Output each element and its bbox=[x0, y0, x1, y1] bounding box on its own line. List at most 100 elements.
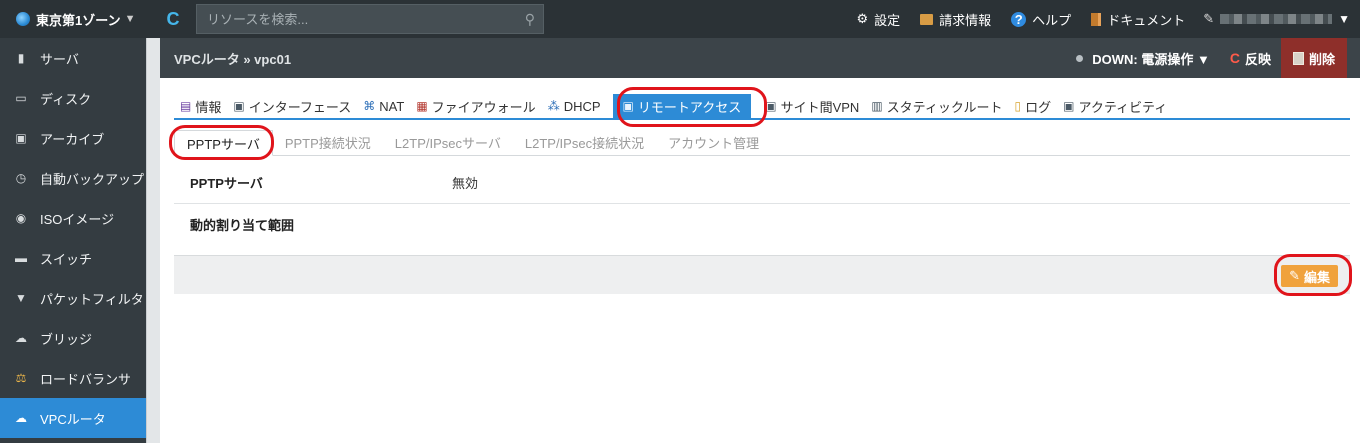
reflect-button[interactable]: C 反映 bbox=[1230, 49, 1271, 68]
breadcrumb: VPCルータ » vpc01 bbox=[174, 51, 292, 67]
tab-label: ログ bbox=[1025, 99, 1052, 115]
power-status-dropdown[interactable]: DOWN: 電源操作 ▼ bbox=[1076, 49, 1210, 68]
sidebar-scrollbar[interactable] bbox=[146, 38, 160, 443]
activity-icon: ▣ bbox=[1063, 99, 1075, 113]
sidebar-item-disk[interactable]: ▭ ディスク bbox=[0, 78, 146, 118]
sidebar-item-label: VPCルータ bbox=[40, 411, 106, 427]
chevron-down-icon: ▼ bbox=[124, 13, 136, 25]
delete-button[interactable]: 削除 bbox=[1280, 38, 1347, 78]
globe-icon bbox=[16, 12, 30, 26]
interface-icon: ▣ bbox=[233, 99, 245, 113]
sidebar-item-packet-filter[interactable]: ▼ パケットフィルタ bbox=[0, 278, 146, 318]
cd-icon: ◉ bbox=[15, 211, 27, 225]
sidebar-item-label: ISOイメージ bbox=[40, 211, 115, 227]
help-label: ヘルプ bbox=[1032, 12, 1072, 28]
log-icon: ▯ bbox=[1014, 99, 1022, 113]
zone-label: 東京第1ゾーン bbox=[36, 12, 121, 28]
sidebar-item-auto-backup[interactable]: ◷ 自動バックアップ bbox=[0, 158, 146, 198]
reload-icon: C bbox=[1229, 50, 1240, 66]
tab-firewall[interactable]: ▦ ファイアウォール bbox=[410, 94, 541, 118]
detail-label: 動的割り当て範囲 bbox=[190, 217, 295, 233]
tab-label: 情報 bbox=[195, 99, 222, 115]
subtab-pptp-status[interactable]: PPTP接続状況 bbox=[273, 129, 383, 155]
sidebar-item-label: ロードバランサ bbox=[40, 371, 132, 387]
zone-selector[interactable]: 東京第1ゾーン ▼ bbox=[0, 10, 158, 29]
sidebar-item-iso-image[interactable]: ◉ ISOイメージ bbox=[0, 198, 146, 238]
sidebar-item-label: パケットフィルタ bbox=[40, 291, 144, 307]
feather-icon: ✎ bbox=[1203, 11, 1215, 26]
clock-icon: ◷ bbox=[15, 171, 27, 185]
settings-label: 設定 bbox=[874, 12, 901, 28]
sidebar-item-label: スイッチ bbox=[40, 251, 93, 267]
top-right-links: ⚙ 設定 請求情報 ? ヘルプ ドキュメント ✎ ▼ bbox=[836, 0, 1360, 38]
tab-label: ファイアウォール bbox=[431, 99, 536, 115]
sidebar-item-vpc-router[interactable]: ☁ VPCルータ bbox=[0, 398, 146, 438]
subtab-l2tp-status[interactable]: L2TP/IPsec接続状況 bbox=[513, 129, 656, 155]
tab-log[interactable]: ▯ ログ bbox=[1009, 94, 1058, 118]
document-link[interactable]: ドキュメント bbox=[1091, 10, 1185, 29]
redacted-username bbox=[1220, 14, 1333, 24]
tab-label: インターフェース bbox=[248, 99, 352, 115]
delete-label: 削除 bbox=[1308, 51, 1335, 67]
dhcp-icon: ⁂ bbox=[547, 99, 560, 113]
tab-remote-access[interactable]: ▣ リモートアクセス bbox=[612, 94, 752, 118]
switch-icon: ▬ bbox=[15, 251, 27, 265]
subtab-l2tp-server[interactable]: L2TP/IPsecサーバ bbox=[383, 129, 513, 155]
edit-button[interactable]: ✎ 編集 bbox=[1281, 265, 1338, 287]
tab-dhcp[interactable]: ⁂ DHCP bbox=[542, 94, 607, 118]
tab-static-route[interactable]: ▥ スタティックルート bbox=[865, 94, 1008, 118]
tab-label: スタティックルート bbox=[886, 99, 1003, 115]
refresh-button[interactable]: C bbox=[158, 4, 188, 34]
tab-interface[interactable]: ▣ インターフェース bbox=[227, 94, 357, 118]
server-icon: ▮ bbox=[17, 51, 25, 65]
tab-info[interactable]: ▤ 情報 bbox=[174, 94, 227, 118]
refresh-icon: C bbox=[166, 8, 180, 29]
subtab-pptp-server[interactable]: PPTPサーバ bbox=[174, 130, 273, 156]
search-icon[interactable]: ⚲ bbox=[525, 11, 535, 28]
sidebar-item-switch[interactable]: ▬ スイッチ bbox=[0, 238, 146, 278]
remote-access-icon: ▣ bbox=[622, 99, 634, 113]
search-box: ⚲ bbox=[196, 4, 544, 34]
top-bar: 東京第1ゾーン ▼ C ⚲ ⚙ 設定 請求情報 ? ヘルプ ドキュメント ✎ ▼ bbox=[0, 0, 1360, 38]
sidebar-item-server[interactable]: ▮ サーバ bbox=[0, 38, 146, 78]
gear-icon: ⚙ bbox=[856, 11, 869, 26]
tab-label: NAT bbox=[379, 98, 405, 114]
sidebar-item-label: サーバ bbox=[40, 51, 79, 67]
subtab-account-management[interactable]: アカウント管理 bbox=[656, 129, 771, 155]
help-icon: ? bbox=[1011, 11, 1027, 27]
help-link[interactable]: ? ヘルプ bbox=[1011, 10, 1071, 29]
bridge-icon: ☁ bbox=[15, 331, 27, 345]
status-dot-icon bbox=[1076, 54, 1084, 62]
balance-icon: ⚖ bbox=[15, 371, 27, 385]
disk-icon: ▭ bbox=[15, 91, 27, 105]
vpn-icon: ▣ bbox=[765, 99, 777, 113]
sidebar-item-label: ディスク bbox=[40, 91, 92, 107]
billing-label: 請求情報 bbox=[939, 12, 992, 28]
settings-link[interactable]: ⚙ 設定 bbox=[856, 10, 900, 29]
firewall-icon: ▦ bbox=[416, 99, 428, 113]
sidebar-item-bridge[interactable]: ☁ ブリッジ bbox=[0, 318, 146, 358]
subtab-bar: PPTPサーバ PPTP接続状況 L2TP/IPsecサーバ L2TP/IPse… bbox=[174, 130, 1350, 156]
tab-label: DHCP bbox=[563, 98, 601, 114]
sidebar-item-archive[interactable]: ▣ アーカイブ bbox=[0, 118, 146, 158]
search-input[interactable] bbox=[197, 5, 543, 33]
billing-icon bbox=[920, 13, 934, 25]
tab-label: アクティビティ bbox=[1078, 99, 1168, 115]
route-icon: ▥ bbox=[871, 99, 883, 113]
edit-label: 編集 bbox=[1303, 269, 1330, 285]
tab-site-vpn[interactable]: ▣ サイト間VPN bbox=[759, 94, 865, 118]
sidebar-item-load-balancer[interactable]: ⚖ ロードバランサ bbox=[0, 358, 146, 398]
resource-header: VPCルータ » vpc01 DOWN: 電源操作 ▼ C 反映 削除 bbox=[160, 38, 1360, 78]
detail-row-pptp-server: PPTPサーバ 無効 bbox=[174, 162, 1350, 204]
tab-bar: ▤ 情報 ▣ インターフェース ⌘ NAT ▦ ファイアウォール ⁂ DHCP … bbox=[174, 94, 1350, 120]
user-menu[interactable]: ✎ ▼ bbox=[1203, 11, 1350, 27]
billing-link[interactable]: 請求情報 bbox=[920, 10, 991, 29]
sidebar-item-label: 自動バックアップ bbox=[40, 171, 145, 187]
tab-nat[interactable]: ⌘ NAT bbox=[357, 94, 410, 118]
header-actions: DOWN: 電源操作 ▼ C 反映 削除 bbox=[1076, 38, 1360, 78]
tab-activity[interactable]: ▣ アクティビティ bbox=[1057, 94, 1173, 118]
detail-value: 無効 bbox=[452, 176, 479, 191]
sidebar-item-label: アーカイブ bbox=[40, 131, 105, 147]
pencil-icon: ✎ bbox=[1289, 268, 1300, 283]
detail-row-dynamic-range: 動的割り当て範囲 bbox=[174, 204, 1350, 244]
